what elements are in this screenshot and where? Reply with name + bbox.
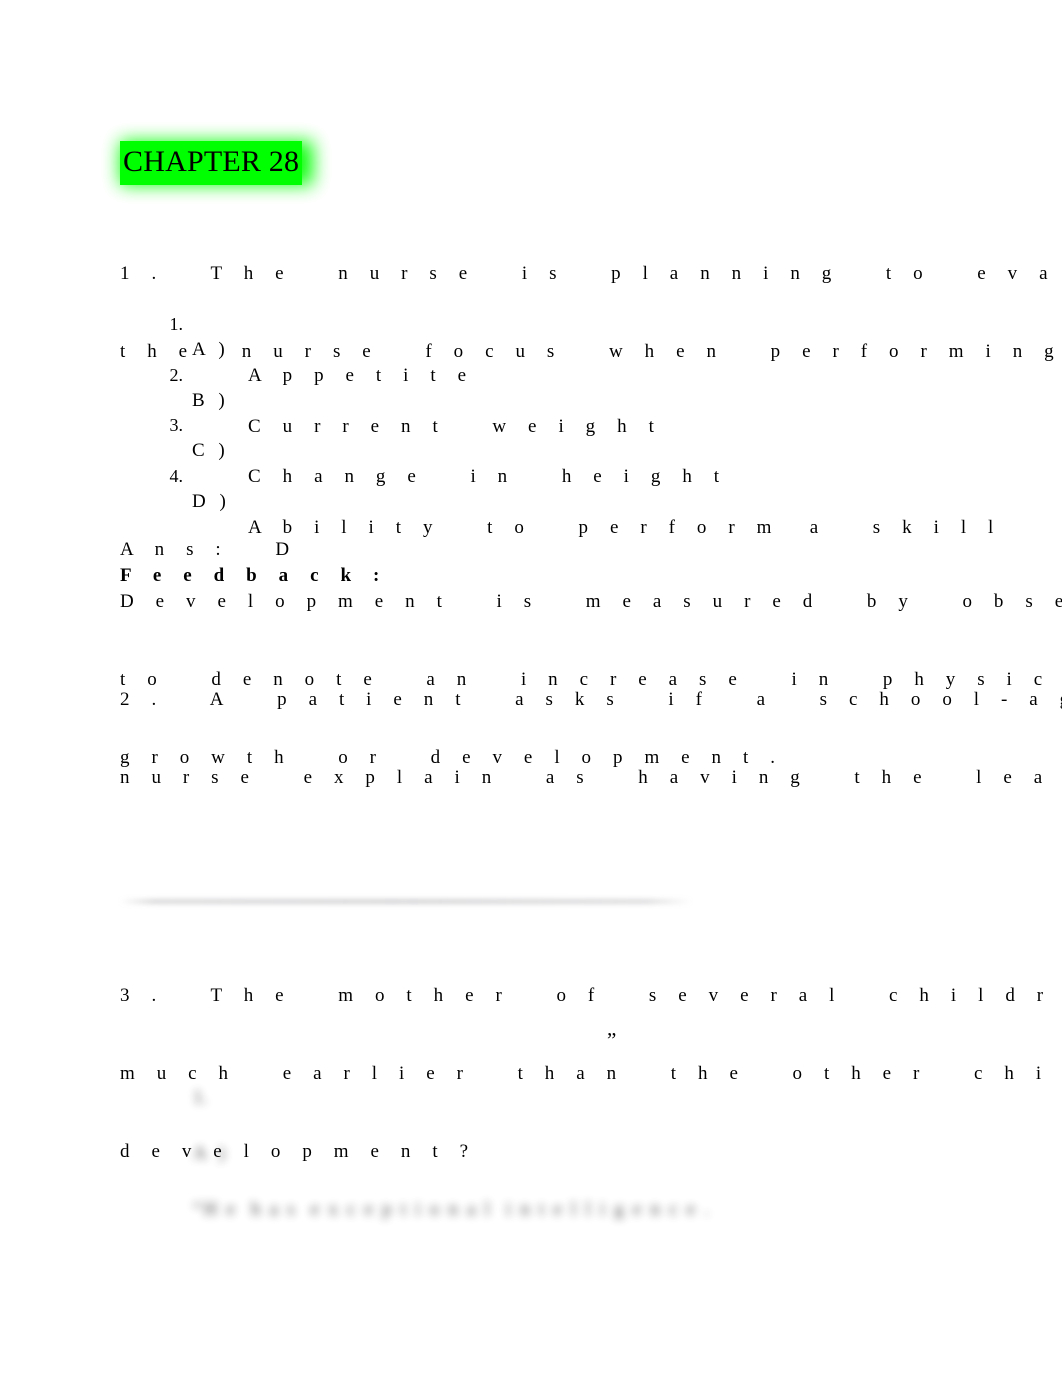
option-b-text: C u r r e n t w e i g h t: [248, 416, 660, 437]
question-2-stem-line-2: n u r s e e x p l a i n a s h a v i n g …: [120, 767, 1048, 788]
option-c-text: C h a n g e i n h e i g h t: [248, 466, 725, 487]
option-c-label: C ): [192, 440, 230, 461]
question-3-stem-line-1: 3 . T h e m o t h e r o f s e v e r a l …: [120, 985, 1049, 1006]
option-a-marker: 1.: [169, 314, 184, 334]
feedback-line-1: D e v e l o p m e n t i s m e a s u r e …: [120, 591, 1062, 612]
question-2-stem: 2 . A p a t i e n t a s k s i f a s c h …: [120, 635, 1062, 843]
section-divider: [120, 900, 692, 903]
blurred-option-marker: 1.: [193, 1087, 208, 1108]
question-1-stem-line-1: 1 . T h e n u r s e i s p l a n n i n g …: [120, 263, 1054, 284]
closing-quote-glyph: ”: [607, 1028, 617, 1052]
option-c-marker: 3.: [169, 415, 184, 435]
list-item-option-a[interactable]: 1. A ) A p p e t i t e: [120, 285, 467, 386]
option-b-marker: 2.: [169, 365, 184, 385]
list-item-option-b[interactable]: 2. B ) C u r r e n t w e i g h t: [120, 336, 654, 437]
blurred-option-label: A ): [193, 1143, 229, 1164]
blurred-option-content: 1. A ) “H e h a s e x c e p t i o n a l …: [155, 1056, 711, 1252]
list-item-option-c[interactable]: 3. C ) C h a n g e i n h e i g h t: [120, 386, 720, 487]
document-page: CHAPTER 28 1 . T h e n u r s e i s p l a…: [0, 0, 1062, 1377]
chapter-title-row: CHAPTER 28: [120, 141, 313, 185]
option-b-label: B ): [192, 390, 230, 411]
question-1-stem-line-2: t h e n u r s e f o c u s w h e n p e r …: [120, 341, 1060, 362]
option-a-text: A p p e t i t e: [248, 365, 472, 386]
option-a-label: A ): [192, 339, 230, 360]
question-2-stem-line-1: 2 . A p a t i e n t a s k s i f a s c h …: [120, 689, 1062, 710]
blurred-option-text: “H e h a s e x c e p t i o n a l i n t e…: [193, 1199, 712, 1220]
list-item-option-d[interactable]: 4. D ) A b i l i t y t o p e r f o r m a…: [120, 437, 994, 538]
question-3-blurred-option[interactable]: 1. A ) “H e h a s e x c e p t i o n a l …: [120, 1028, 709, 1220]
page-title: CHAPTER 28: [120, 141, 303, 185]
